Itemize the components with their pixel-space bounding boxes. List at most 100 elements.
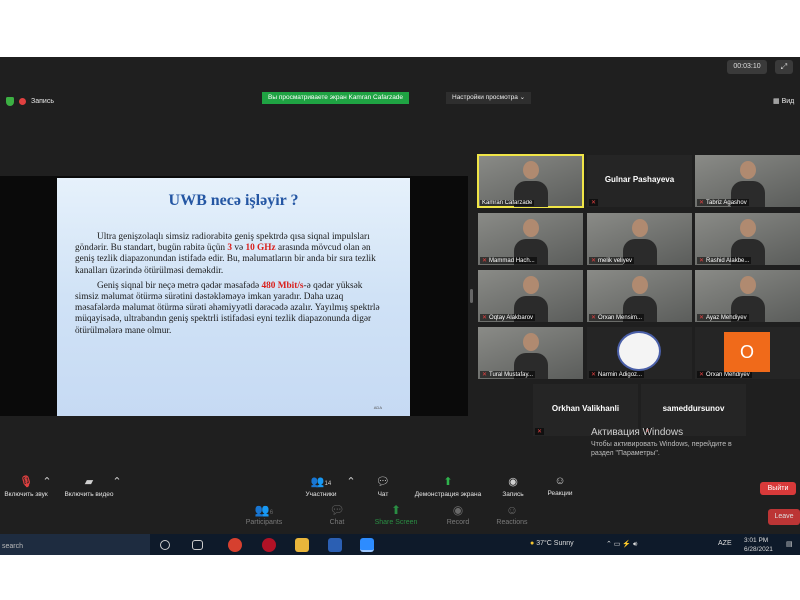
slide-text: və [232, 243, 246, 254]
avatar: O [724, 332, 770, 372]
participant-name: Orxan Mensim... [598, 314, 643, 321]
slide-text: Geniş siqnal bir neçə metrə qədər məsafə… [97, 280, 262, 291]
participant-name: Oqtay Alakbarov [489, 314, 534, 321]
participants-options-caret[interactable]: ⌃ [346, 475, 356, 491]
opera-icon[interactable] [262, 538, 276, 552]
participant-tile[interactable]: Gulnar Pashayeva ✕ [587, 155, 692, 207]
ghost-leave-button: Leave [768, 509, 800, 525]
participant-name-bar: ✕ Oqtay Alakbarov [480, 314, 536, 321]
windows-taskbar: search ● 37°C Sunny ⌃ ▭ ⚡ 🔊︎ AZE 3:01 PM… [0, 534, 800, 555]
participant-tile[interactable]: ✕ melik veliyev [587, 213, 692, 265]
slide-footer: ADA [373, 405, 382, 410]
view-options-button[interactable]: Настройки просмотра ⌄ [446, 92, 532, 104]
mic-muted-icon: ✕ [537, 429, 543, 435]
chat-icon: 💬︎ [376, 476, 390, 488]
participant-tile[interactable]: Kamran Cafarzade [477, 154, 584, 208]
snap-icon[interactable] [192, 540, 203, 550]
participant-tile[interactable]: ✕ Oqtay Alakbarov [478, 270, 583, 322]
record-label: Запись [502, 491, 524, 498]
participant-name: melik veliyev [598, 257, 633, 264]
participants-count: 14 [324, 481, 332, 487]
record-icon: ◉ [452, 503, 464, 517]
slide-paragraph-2: Geniş siqnal bir neçə metrə qədər məsafə… [75, 281, 392, 337]
leave-meeting-button[interactable]: Выйти [760, 482, 796, 495]
fullscreen-icon[interactable]: ⤢ [775, 60, 793, 74]
participant-name-large: Orkhan Valikhanli [551, 404, 620, 413]
mic-muted-icon: ✕ [591, 315, 597, 321]
encryption-shield-icon[interactable] [6, 97, 14, 106]
participant-name-bar: ✕ melik veliyev [589, 257, 635, 264]
slide-highlight: 480 Mbit/s [261, 280, 304, 291]
ghost-record-label: Record [446, 519, 470, 526]
participant-tile[interactable]: ✕ Mammad Hach... [478, 213, 583, 265]
mic-muted-icon: ✕ [482, 258, 488, 264]
ghost-record-button: ◉ Record [438, 503, 478, 526]
activation-text-2: раздел "Параметры". [591, 450, 660, 457]
tray-icons[interactable]: ⌃ ▭ ⚡ 🔊︎ [606, 540, 637, 549]
participant-name-bar: ✕ Narmin Adigoz... [589, 371, 645, 378]
participant-tile[interactable]: ✕ Ayaz Mehdiyev [695, 270, 800, 322]
file-explorer-icon[interactable] [295, 538, 309, 552]
participant-name-bar: ✕ Mammad Hach... [480, 257, 537, 264]
participant-name: Tural Mustafay... [489, 371, 534, 378]
participants-label: Участники [305, 491, 337, 498]
language-indicator[interactable]: AZE [718, 540, 732, 547]
record-button[interactable]: ◉ Запись [496, 475, 530, 498]
chat-icon: 💬︎ [329, 503, 345, 517]
activation-text-1: Чтобы активировать Windows, перейдите в [591, 441, 732, 448]
mic-muted-icon: ✕ [699, 258, 705, 264]
video-off-icon: ▰ [84, 476, 94, 488]
ghost-share-label: Share Screen [374, 519, 418, 526]
reactions-label: Реакции [547, 490, 573, 497]
share-screen-button[interactable]: ⬆ Демонстрация экрана [408, 475, 488, 498]
participant-tile[interactable]: ✕ Rashid Alakbe... [695, 213, 800, 265]
task-view-icon[interactable] [160, 540, 170, 550]
activation-title: Активация Windows [591, 427, 684, 438]
participant-name-bar: ✕ Rashid Alakbe... [697, 257, 752, 264]
participant-name-bar: ✕ [589, 199, 599, 206]
split-drag-handle[interactable] [470, 289, 473, 303]
participant-tile[interactable]: ✕ Orxan Mensim... [587, 270, 692, 322]
zoom-app-icon[interactable] [360, 538, 374, 552]
chevron-up-icon: ⌃ [346, 476, 356, 488]
windows-activation-watermark: Активация Windows Чтобы активировать Win… [591, 427, 732, 458]
participant-name-bar: ✕ Tural Mustafay... [480, 371, 536, 378]
participants-icon: 👥14 [310, 476, 332, 488]
start-video-button[interactable]: ▰ Включить видео [58, 475, 120, 498]
reactions-icon: ☺ [554, 475, 566, 487]
chevron-down-icon: ⌄ [519, 94, 526, 101]
participant-name-bar: ✕ Orxan Mehdiyev [697, 371, 752, 378]
meeting-timer: 00:03:10 [727, 60, 767, 74]
presentation-slide: UWB necə işləyir ? Ultra genişzolaqlı si… [57, 178, 410, 416]
ghost-participants-button: 👥6 Participants [240, 503, 288, 526]
temperature: 37°C [536, 540, 552, 547]
word-icon[interactable] [328, 538, 342, 552]
participants-button[interactable]: 👥14 Участники [298, 475, 344, 498]
taskbar-search[interactable]: search [0, 534, 150, 555]
participant-name: Narmin Adigoz... [598, 371, 643, 378]
audio-options-caret[interactable]: ⌃ [42, 475, 52, 491]
grid-icon: ▦ [773, 98, 780, 105]
reactions-button[interactable]: ☺ Реакции [540, 475, 580, 497]
participants-count: 6 [269, 510, 274, 516]
participant-tile[interactable]: ✕ Tural Mustafay... [478, 327, 583, 379]
video-options-caret[interactable]: ⌃ [112, 475, 122, 491]
top-bar: 00:03:10 ⤢ Запись Вы просматриваете экра… [0, 57, 800, 107]
participant-name-bar: ✕ Orxan Mensim... [589, 314, 645, 321]
notifications-icon[interactable]: ▤ [786, 540, 793, 548]
participant-name: Orxan Mehdiyev [706, 371, 750, 378]
view-button[interactable]: ▦ Вид [773, 97, 794, 105]
clock-date: 6/28/2021 [744, 546, 773, 553]
recording-label: Запись [31, 98, 54, 105]
weather-widget[interactable]: ● 37°C Sunny [530, 540, 574, 547]
zoom-window: 00:03:10 ⤢ Запись Вы просматриваете экра… [0, 57, 800, 555]
chrome-icon[interactable] [228, 538, 242, 552]
viewing-screen-banner: Вы просматриваете экран Kamran Cafarzade [262, 92, 410, 104]
chat-button[interactable]: 💬︎ Чат [368, 475, 398, 498]
system-clock[interactable]: 3:01 PM 6/28/2021 [744, 536, 773, 554]
participant-logo-image [617, 331, 661, 371]
view-options-label: Настройки просмотра [452, 94, 518, 101]
participant-name-large: sameddursunov [662, 404, 725, 413]
mic-muted-icon: ✕ [591, 372, 597, 378]
participant-tile[interactable]: ✕ Tabriz Agashov [695, 155, 800, 207]
